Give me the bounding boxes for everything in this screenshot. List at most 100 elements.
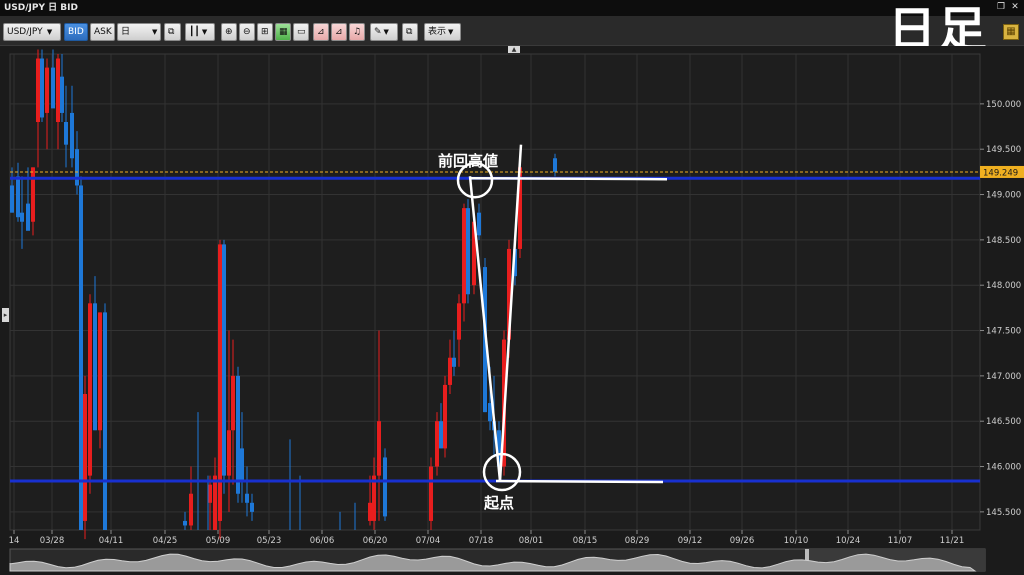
collapse-panel-icon[interactable]: ▲ [508, 46, 520, 53]
candle-body-up [435, 421, 439, 467]
toolbar: USD/JPY ▼ BID ASK 日 ▼ ⧉ ┃┃ ▼ ⊕ ⊖ ⊞ ▦ ▭ ⊿ ⊿… [0, 16, 1024, 46]
period-select[interactable]: 日 ▼ [117, 23, 161, 41]
delete-indicator-icon[interactable]: ⊿ [331, 23, 347, 41]
candle-body-down [20, 212, 24, 222]
price-tick-label: 150.000 [986, 100, 1021, 110]
bid-button[interactable]: BID [64, 23, 88, 41]
date-tick-label: 04/25 [153, 536, 178, 546]
zoom-in-icon[interactable]: ⊕ [221, 23, 237, 41]
candle-chart-icon: ┃┃ [189, 27, 200, 37]
candle-body-down [383, 457, 387, 517]
date-tick-label: 11/07 [888, 536, 913, 546]
sound-icon[interactable]: ♫ [349, 23, 365, 41]
candle-body-down [103, 312, 107, 530]
candle-body-up [208, 484, 212, 503]
display-menu-button[interactable]: 表示 ▼ [424, 23, 461, 41]
price-tick-label: 148.500 [986, 236, 1021, 246]
expand-panel-icon[interactable]: ▸ [2, 308, 9, 322]
date-tick-label: 03/28 [40, 536, 65, 546]
zoom-out-icon[interactable]: ⊖ [239, 23, 255, 41]
date-tick-label: 08/01 [519, 536, 544, 546]
prev-high-marker-line [469, 176, 668, 181]
price-tick-label: 146.500 [986, 417, 1021, 427]
candle-body-down [26, 203, 30, 231]
start-annotation: 起点 [483, 494, 514, 512]
date-tick-label: 09/12 [678, 536, 703, 546]
date-tick-label: 10/10 [784, 536, 809, 546]
date-tick-label: 11/21 [940, 536, 965, 546]
price-tick-label: 149.500 [986, 145, 1021, 155]
date-tick-label: 07/18 [469, 536, 494, 546]
candle-body-up [56, 58, 60, 122]
candle-body-up [448, 357, 452, 385]
candle-body-down [183, 520, 187, 526]
candle-body-down [93, 303, 97, 431]
candle-body-down [10, 185, 14, 213]
grid-layout-icon[interactable]: ▦ [1003, 24, 1019, 40]
candle-body-down [60, 76, 64, 113]
prev-high-annotation: 前回高値 [438, 152, 498, 170]
copy-icon[interactable]: ⧉ [402, 23, 418, 41]
period-value: 日 [121, 27, 131, 37]
candle-body-down [70, 112, 74, 159]
display-label: 表示 [428, 27, 447, 37]
price-tick-label: 147.000 [986, 372, 1021, 382]
candle-body-down [240, 448, 244, 481]
symbol-select[interactable]: USD/JPY ▼ [3, 23, 61, 41]
ask-button[interactable]: ASK [90, 23, 115, 41]
pencil-icon: ✎ [374, 27, 382, 37]
candle-body-down [553, 158, 557, 172]
date-tick-label: 09/26 [730, 536, 755, 546]
grid-toggle-icon[interactable]: ▦ [275, 23, 291, 41]
window-title: USD/JPY 日 BID [4, 3, 78, 13]
price-tick-label: 147.500 [986, 327, 1021, 337]
chart-type-button[interactable]: ┃┃ ▼ [185, 23, 215, 41]
window-icon[interactable]: ▭ [293, 23, 309, 41]
candle-body-down [245, 493, 249, 503]
fit-icon[interactable]: ⊞ [257, 23, 273, 41]
date-tick-label: 06/20 [363, 536, 388, 546]
symbol-value: USD/JPY [7, 27, 43, 37]
candle-body-up [36, 58, 40, 122]
trading-chart-window: USD/JPY 日 BID ❐ ✕ USD/JPY ▼ BID ASK 日 ▼ ⧉… [0, 0, 1024, 575]
price-tick-label: 149.000 [986, 191, 1021, 201]
add-indicator-icon[interactable]: ⊿ [313, 23, 329, 41]
draw-tool-button[interactable]: ✎ ▼ [370, 23, 398, 41]
date-tick-label: 08/29 [625, 536, 650, 546]
chevron-down-icon: ▼ [448, 28, 454, 36]
chevron-down-icon: ▼ [201, 28, 208, 36]
candle-body-up [189, 493, 193, 526]
date-tick-label: 06/06 [310, 536, 335, 546]
candle-body-down [40, 58, 44, 118]
price-tick-label: 146.000 [986, 463, 1021, 473]
candle-body-up [45, 67, 49, 113]
chevron-down-icon: ▼ [383, 28, 389, 36]
date-tick-label: 05/09 [206, 536, 231, 546]
chevron-down-icon: ▼ [44, 28, 53, 36]
start-marker-line [495, 479, 664, 484]
candlestick-chart[interactable]: 14 03/28 04/11 04/25 05/09 05/23 06/06 06/20 07/… [0, 46, 1024, 575]
candle-body-up [377, 421, 381, 476]
candle-body-down [75, 149, 79, 186]
candle-body-down [64, 122, 68, 145]
candle-body-down [477, 212, 481, 236]
candle-body-up [98, 312, 102, 431]
restore-icon[interactable]: ❐ [996, 2, 1006, 12]
candle-body-down [250, 502, 254, 512]
candle-body-down [222, 244, 226, 476]
candle-body-up [429, 466, 433, 521]
date-tick-label: 14 [9, 536, 20, 546]
candle-body-down [16, 176, 20, 218]
plot-area [9, 53, 981, 531]
candle-body-up [88, 303, 92, 476]
candle-body-up [231, 375, 235, 431]
link-icon[interactable]: ⧉ [164, 23, 181, 41]
chart-area[interactable]: 14 03/28 04/11 04/25 05/09 05/23 06/06 06/20 07/… [0, 46, 1024, 575]
close-icon[interactable]: ✕ [1010, 2, 1020, 12]
date-tick-label: 10/24 [836, 536, 861, 546]
candle-body-down [439, 421, 443, 449]
title-bar: USD/JPY 日 BID ❐ ✕ [0, 0, 1024, 16]
candle-body-up [213, 475, 217, 530]
date-tick-label: 08/15 [573, 536, 598, 546]
chevron-down-icon: ▼ [152, 28, 158, 36]
